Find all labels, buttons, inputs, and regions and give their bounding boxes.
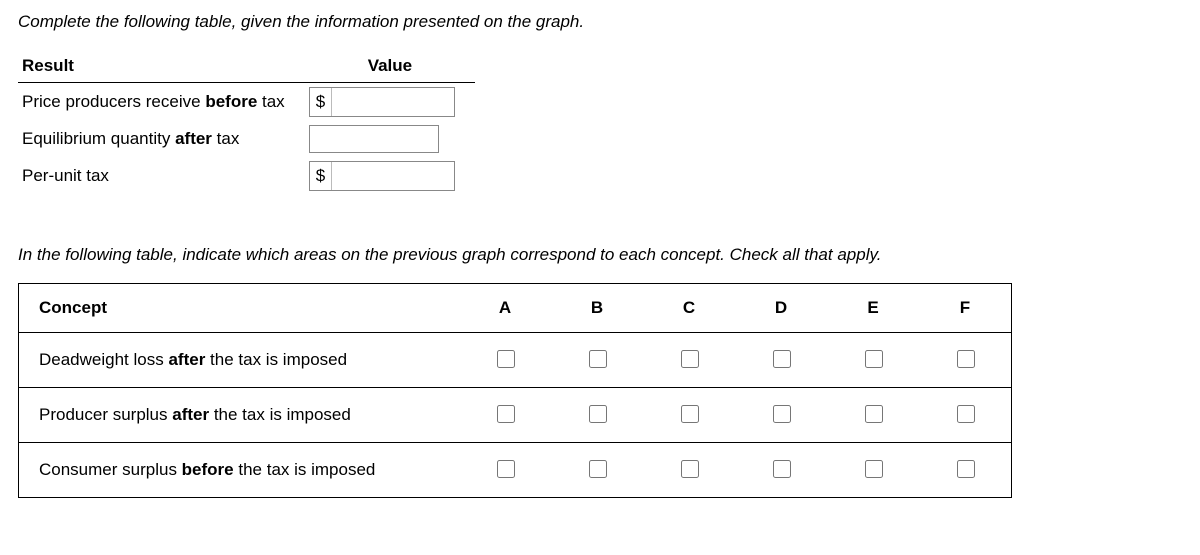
value-table: Result Value Price producers receive bef… bbox=[18, 50, 475, 195]
value-row-label: Equilibrium quantity after tax bbox=[18, 121, 305, 157]
col-F: F bbox=[919, 284, 1012, 333]
ps-A-checkbox[interactable] bbox=[497, 405, 515, 423]
instruction-1: Complete the following table, given the … bbox=[18, 12, 1182, 32]
per-unit-tax-input[interactable] bbox=[332, 162, 454, 190]
cs-D-checkbox[interactable] bbox=[773, 460, 791, 478]
concept-row-label: Producer surplus after the tax is impose… bbox=[19, 388, 460, 443]
dwl-C-checkbox[interactable] bbox=[681, 350, 699, 368]
concept-row-label: Consumer surplus before the tax is impos… bbox=[19, 443, 460, 498]
dwl-D-checkbox[interactable] bbox=[773, 350, 791, 368]
ps-D-checkbox[interactable] bbox=[773, 405, 791, 423]
dollar-prefix: $ bbox=[310, 162, 332, 190]
cs-E-checkbox[interactable] bbox=[865, 460, 883, 478]
value-table-header-value: Value bbox=[305, 50, 475, 83]
ps-E-checkbox[interactable] bbox=[865, 405, 883, 423]
value-table-header-result: Result bbox=[18, 50, 305, 83]
value-row-label: Per-unit tax bbox=[18, 157, 305, 195]
concept-table: Concept A B C D E F Deadweight loss afte… bbox=[18, 283, 1012, 498]
ps-F-checkbox[interactable] bbox=[957, 405, 975, 423]
dollar-prefix: $ bbox=[310, 88, 332, 116]
dwl-F-checkbox[interactable] bbox=[957, 350, 975, 368]
cs-C-checkbox[interactable] bbox=[681, 460, 699, 478]
concept-row-label: Deadweight loss after the tax is imposed bbox=[19, 333, 460, 388]
col-C: C bbox=[643, 284, 735, 333]
concept-header: Concept bbox=[19, 284, 460, 333]
dwl-E-checkbox[interactable] bbox=[865, 350, 883, 368]
col-D: D bbox=[735, 284, 827, 333]
col-B: B bbox=[551, 284, 643, 333]
cs-F-checkbox[interactable] bbox=[957, 460, 975, 478]
dwl-B-checkbox[interactable] bbox=[589, 350, 607, 368]
value-row-label: Price producers receive before tax bbox=[18, 83, 305, 122]
cs-A-checkbox[interactable] bbox=[497, 460, 515, 478]
cs-B-checkbox[interactable] bbox=[589, 460, 607, 478]
price-before-tax-input[interactable] bbox=[332, 88, 454, 116]
equilibrium-qty-after-input[interactable] bbox=[309, 125, 439, 153]
price-before-tax-input-wrap: $ bbox=[309, 87, 455, 117]
ps-B-checkbox[interactable] bbox=[589, 405, 607, 423]
instruction-2: In the following table, indicate which a… bbox=[18, 245, 1182, 265]
dwl-A-checkbox[interactable] bbox=[497, 350, 515, 368]
ps-C-checkbox[interactable] bbox=[681, 405, 699, 423]
col-E: E bbox=[827, 284, 919, 333]
per-unit-tax-input-wrap: $ bbox=[309, 161, 455, 191]
col-A: A bbox=[459, 284, 551, 333]
